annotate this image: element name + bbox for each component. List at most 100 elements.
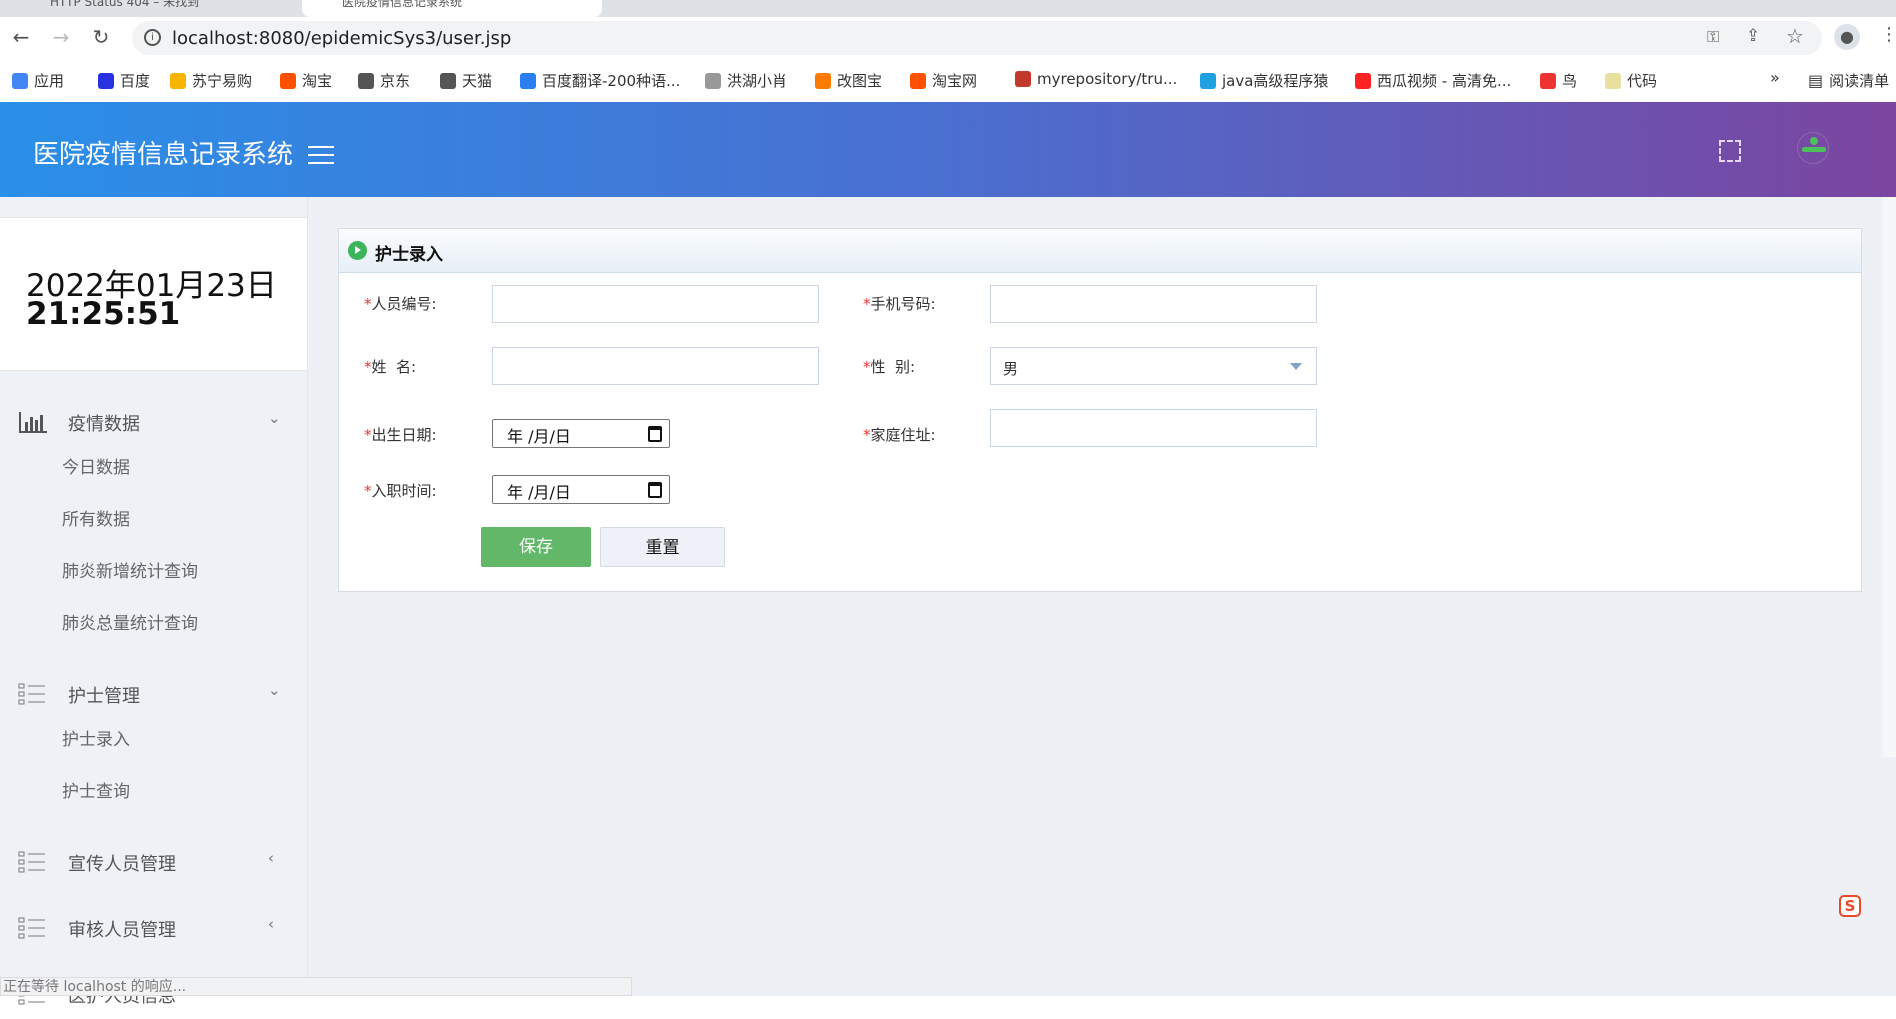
bookmark-item[interactable]: 改图宝	[815, 70, 882, 91]
info-icon[interactable]: i	[144, 29, 161, 46]
bookmark-icon	[1605, 72, 1621, 89]
star-icon[interactable]: ☆	[1786, 24, 1804, 48]
bookmark-label: 代码	[1627, 72, 1658, 90]
bookmark-icon	[1015, 71, 1031, 87]
sidebar-menu-0[interactable]: 疫情数据 ⌄	[0, 397, 307, 447]
sidebar-item[interactable]: 今日数据	[62, 453, 130, 478]
reading-list-label: 阅读清单	[1829, 72, 1890, 90]
menu-label: 宣传人员管理	[68, 854, 176, 875]
bookmark-item[interactable]: 天猫	[440, 70, 492, 91]
calendar-icon[interactable]	[648, 426, 662, 442]
list-icon	[18, 683, 45, 705]
calendar-icon[interactable]	[648, 482, 662, 498]
bookmark-item[interactable]: 鸟	[1540, 70, 1577, 91]
name-input[interactable]	[492, 347, 819, 385]
bookmark-item[interactable]: 百度翻译-200种语...	[520, 70, 680, 91]
sidebar-item[interactable]: 护士录入	[62, 725, 130, 750]
browser-tab[interactable]: HTTP Status 404 – 未找到	[10, 0, 300, 17]
scrollbar[interactable]	[1883, 197, 1896, 757]
bookmarks-bar: 应用 百度 苏宁易购 淘宝 京东 天猫 百度翻译-200种语... 洪湖小肖 改图宝 淘宝网 myr…	[0, 58, 1896, 102]
share-icon[interactable]: ⇪	[1746, 26, 1760, 46]
phone-label: *手机号码:	[863, 295, 936, 313]
hamburger-menu-icon[interactable]	[308, 146, 334, 170]
sidebar-item[interactable]: 护士查询	[62, 777, 130, 802]
staff-id-label: *人员编号:	[364, 295, 437, 313]
forward-icon[interactable]: →	[48, 25, 74, 49]
list-icon	[18, 851, 45, 873]
bookmark-label: 京东	[380, 72, 411, 90]
bar-chart-icon	[19, 412, 47, 433]
menu-arrow-icon: ⌄	[268, 681, 281, 699]
name-label: *姓 名:	[364, 358, 417, 376]
bookmark-item[interactable]: 百度	[98, 70, 150, 91]
bookmark-label: 西瓜视频 - 高清免...	[1377, 72, 1512, 90]
address-bar[interactable]: i localhost:8080/epidemicSys3/user.jsp ⚿…	[132, 21, 1822, 55]
profile-icon[interactable]: ●	[1834, 24, 1860, 50]
avatar[interactable]	[1797, 132, 1829, 164]
bookmark-item[interactable]: 京东	[358, 70, 410, 91]
menu-label: 护士管理	[68, 686, 140, 707]
gender-select[interactable]: 男	[990, 347, 1317, 385]
avatar-bed-icon	[1802, 147, 1826, 152]
sidebar: 2022年01月23日 21:25:51 疫情数据 ⌄ 今日数据 所有数据 肺炎新增统计…	[0, 197, 308, 1007]
menu-arrow-icon: ‹	[268, 849, 274, 867]
save-button[interactable]: 保存	[481, 527, 591, 567]
sidebar-item[interactable]: 肺炎总量统计查询	[62, 609, 198, 634]
browser-tab-strip: HTTP Status 404 – 未找到 医院疫情信息记录系统	[0, 0, 1896, 17]
menu-label: 疫情数据	[68, 414, 140, 435]
sogou-ime-icon[interactable]: S	[1839, 895, 1861, 917]
menu-arrow-icon: ‹	[268, 915, 274, 933]
app-header: 医院疫情信息记录系统	[0, 102, 1896, 197]
birth-date-input[interactable]: 年 /月/日	[492, 419, 670, 448]
bookmark-item[interactable]: 应用	[12, 70, 64, 91]
fullscreen-icon[interactable]	[1719, 140, 1741, 162]
staff-id-input[interactable]	[492, 285, 819, 323]
bookmark-item[interactable]: myrepository/tru...	[1015, 70, 1177, 88]
sidebar-menu-1[interactable]: 护士管理 ⌄	[0, 669, 307, 719]
address-row: ← → ↻ i localhost:8080/epidemicSys3/user…	[0, 17, 1896, 58]
bookmark-icon	[12, 72, 28, 89]
bookmark-label: 天猫	[462, 72, 493, 90]
reading-list-button[interactable]: ▤ 阅读清单	[1808, 70, 1889, 91]
hire-date-input[interactable]: 年 /月/日	[492, 475, 670, 504]
bookmark-item[interactable]: 西瓜视频 - 高清免...	[1355, 70, 1511, 91]
birth-date-label: *出生日期:	[364, 426, 437, 444]
more-bookmarks-button[interactable]: »	[1770, 68, 1780, 87]
reload-icon[interactable]: ↻	[88, 25, 114, 49]
bookmark-icon	[705, 72, 721, 89]
reading-list-icon: ▤	[1808, 71, 1824, 90]
panel-header: 护士录入	[339, 229, 1861, 273]
bookmark-icon	[910, 72, 926, 89]
address-input[interactable]	[990, 409, 1317, 447]
browser-tab-active[interactable]: 医院疫情信息记录系统	[302, 0, 602, 17]
bookmark-icon	[280, 72, 296, 89]
bookmark-icon	[815, 72, 831, 89]
bookmark-icon	[1355, 72, 1371, 89]
back-icon[interactable]: ←	[8, 25, 34, 49]
bookmark-item[interactable]: 苏宁易购	[170, 70, 252, 91]
bookmark-icon	[358, 72, 374, 89]
hire-date-label: *入职时间:	[364, 482, 437, 500]
url-text[interactable]: localhost:8080/epidemicSys3/user.jsp	[172, 28, 511, 49]
bookmark-item[interactable]: 洪湖小肖	[705, 70, 787, 91]
sidebar-item[interactable]: 肺炎新增统计查询	[62, 557, 198, 582]
gender-value: 男	[1003, 360, 1019, 378]
bookmark-item[interactable]: 淘宝网	[910, 70, 977, 91]
sidebar-item[interactable]: 所有数据	[62, 505, 130, 530]
sidebar-menu-2[interactable]: 宣传人员管理 ‹	[0, 837, 307, 887]
bookmark-icon	[170, 72, 186, 89]
bookmark-item[interactable]: 淘宝	[280, 70, 332, 91]
bookmark-item[interactable]: 代码	[1605, 70, 1657, 91]
bookmark-label: 洪湖小肖	[727, 72, 788, 90]
sidebar-menu-3[interactable]: 审核人员管理 ‹	[0, 903, 307, 953]
dropdown-arrow-icon	[1290, 363, 1302, 370]
key-icon[interactable]: ⚿	[1707, 27, 1719, 47]
bookmark-label: 鸟	[1562, 72, 1578, 90]
phone-input[interactable]	[990, 285, 1317, 323]
bookmark-label: 淘宝网	[932, 72, 978, 90]
bookmark-item[interactable]: java高级程序猿	[1200, 70, 1328, 91]
play-circle-icon	[348, 241, 367, 260]
gender-label: *性 别:	[863, 358, 916, 376]
menu-icon[interactable]: ⋮	[1880, 24, 1896, 45]
reset-button[interactable]: 重置	[600, 527, 725, 567]
